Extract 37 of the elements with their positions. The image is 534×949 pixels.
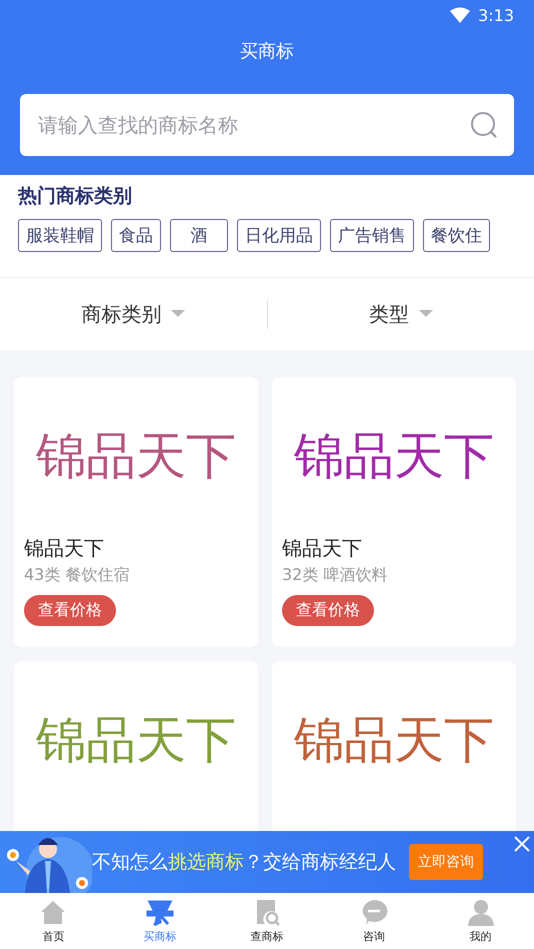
search-field[interactable]: 请输入查找的商标名称: [36, 112, 460, 138]
close-icon[interactable]: [514, 836, 530, 852]
trademark-name: 锦品天下: [24, 536, 104, 560]
trademark-logo: 锦品天下: [294, 710, 494, 770]
category-tag[interactable]: 服装鞋帽: [18, 219, 102, 252]
search-icon[interactable]: [470, 111, 498, 139]
filter-dropdown[interactable]: 类型: [368, 300, 409, 328]
trademark-category: 32类 啤酒饮料: [282, 565, 388, 584]
category-tag[interactable]: 食品: [111, 219, 161, 252]
banner-message: 不知怎么挑选商标？交给商标经纪人: [92, 850, 396, 875]
price-button[interactable]: 查看价格: [282, 595, 374, 626]
trademark-logo: 锦品天下: [294, 426, 494, 486]
category-tag[interactable]: 餐饮住: [423, 219, 490, 252]
category-tag[interactable]: 广告销售: [330, 219, 414, 252]
category-tag[interactable]: 酒: [170, 219, 228, 252]
trademark-logo: 锦品天下: [36, 426, 236, 486]
trademark-logo: 锦品天下: [36, 710, 236, 770]
tab-item[interactable]: 我的: [427, 893, 534, 949]
tab-item[interactable]: 咨询: [320, 893, 428, 949]
user-icon: [466, 898, 495, 926]
status-time: 3:13: [478, 6, 514, 24]
wifi-icon: [450, 7, 470, 23]
tab-item[interactable]: 买商标: [106, 893, 214, 949]
tab-item[interactable]: 查商标: [214, 893, 320, 949]
section-title: 热门商标类别: [18, 185, 132, 207]
caret-icon: [418, 310, 433, 318]
page-title: 买商标: [240, 41, 294, 62]
trademark-name: 锦品天下: [282, 536, 362, 560]
search-bar[interactable]: 请输入查找的商标名称: [20, 94, 514, 156]
home-icon: [39, 898, 68, 926]
category-tag[interactable]: 日化用品: [237, 219, 321, 252]
trademark-category: 43类 餐饮住宿: [24, 565, 130, 584]
price-button[interactable]: 查看价格: [24, 595, 116, 626]
filter-dropdown[interactable]: 商标类别: [81, 300, 162, 328]
tab-item[interactable]: 首页: [0, 893, 107, 949]
caret-icon: [171, 310, 186, 318]
promo-banner[interactable]: 不知怎么挑选商标？交给商标经纪人 立即咨询: [0, 831, 534, 893]
